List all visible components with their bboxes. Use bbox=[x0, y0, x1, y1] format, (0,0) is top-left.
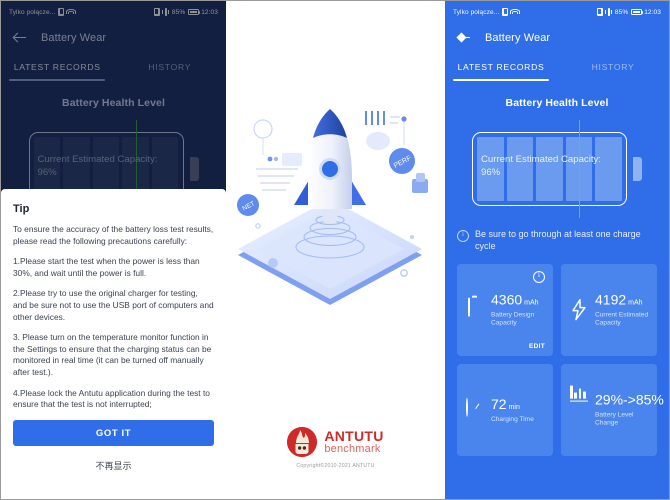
antutu-mark-icon bbox=[287, 427, 318, 457]
card-value: 4360 bbox=[491, 291, 523, 308]
tab-latest-records-label: LATEST RECORDS bbox=[457, 62, 545, 72]
tab-history-label: HISTORY bbox=[591, 62, 635, 72]
vibrate-icon bbox=[605, 8, 613, 16]
app-bar: Battery Wear bbox=[445, 23, 669, 53]
tab-active-indicator bbox=[453, 79, 549, 81]
card-label: Battery Level Change bbox=[595, 411, 634, 427]
tip-dialog: Tip To ensure the accuracy of the batter… bbox=[1, 189, 226, 499]
info-icon[interactable] bbox=[533, 271, 545, 283]
brand-title: ANTUTU bbox=[324, 428, 384, 444]
card-unit: mAh bbox=[628, 299, 643, 307]
tab-history[interactable]: HISTORY bbox=[557, 53, 669, 81]
edit-button[interactable]: EDIT bbox=[529, 343, 545, 350]
card-label: Charging Time bbox=[491, 415, 534, 423]
card-battery-level-change[interactable]: 29%->85% Battery Level Change bbox=[561, 364, 664, 456]
card-content: 4192 mAh Current Estimated Capacity bbox=[570, 292, 649, 329]
card-content: 29%->85% Battery Level Change bbox=[570, 386, 664, 429]
phone-screen-left: Tylko połącze... 85% 12:03 Battery Wear … bbox=[0, 0, 226, 500]
dialog-paragraph-2: 2.Please try to use the original charger… bbox=[13, 288, 214, 322]
battery-percent-label: 85% bbox=[614, 8, 629, 16]
rocket-on-phone-illustration: NET PERF bbox=[226, 87, 445, 317]
dialog-paragraph-intro: To ensure the accuracy of the battery lo… bbox=[13, 224, 214, 246]
dont-show-again-link[interactable]: 不再显示 bbox=[13, 459, 214, 472]
card-content: 72 min Charging Time bbox=[466, 396, 545, 424]
section-title: Battery Health Level bbox=[505, 97, 609, 109]
brand-subtitle: benchmark bbox=[324, 443, 381, 455]
card-label: Battery Design Capacity bbox=[491, 311, 535, 327]
battery-health-graphic: Current Estimated Capacity: 96% bbox=[472, 120, 642, 218]
phone-screen-middle: NET PERF ANTUTU benchmark Copyright©2010… bbox=[226, 0, 445, 500]
branding-block: ANTUTU benchmark Copyright©2010-2021 ANT… bbox=[226, 427, 445, 469]
nfc-icon bbox=[596, 8, 603, 16]
battery-terminal bbox=[633, 157, 642, 181]
battery-icon bbox=[466, 298, 484, 321]
gauge-icon bbox=[466, 398, 484, 421]
status-bar-right: 85% 12:03 bbox=[596, 8, 661, 16]
stats-card-grid: 4360mAh Battery Design Capacity EDIT 419… bbox=[457, 264, 664, 456]
phone-screen-right: Tylko połącze... 85% 12:03 Battery Wear … bbox=[445, 0, 670, 500]
info-icon bbox=[457, 230, 469, 242]
tab-bar: LATEST RECORDS HISTORY bbox=[445, 53, 669, 81]
antutu-wordmark: ANTUTU benchmark bbox=[324, 429, 383, 455]
dialog-paragraph-1: 1.Please start the test when the power i… bbox=[13, 256, 200, 278]
page-title: Battery Wear bbox=[485, 32, 551, 44]
bar-chart-icon bbox=[570, 386, 588, 421]
card-text: 72 min Charging Time bbox=[491, 396, 534, 424]
card-charging-time[interactable]: 72 min Charging Time bbox=[457, 364, 553, 456]
got-it-button[interactable]: GOT IT bbox=[13, 419, 214, 446]
card-text: 4360 mAh Battery Design Capacity bbox=[491, 292, 545, 329]
charge-cycle-note: Be sure to go through at least one charg… bbox=[457, 228, 657, 252]
dialog-title: Tip bbox=[13, 203, 30, 215]
status-bar-left: Tylko połącze... bbox=[453, 8, 521, 16]
card-content: 4360 mAh Battery Design Capacity bbox=[466, 292, 545, 329]
status-bar: Tylko połącze... 85% 12:03 bbox=[445, 1, 669, 23]
sim-card-icon bbox=[502, 8, 509, 16]
card-value: 29%->85% bbox=[595, 391, 664, 408]
card-battery-design-capacity[interactable]: 4360mAh Battery Design Capacity EDIT bbox=[457, 264, 553, 356]
wifi-icon bbox=[510, 8, 521, 16]
battery-capacity-label: Current Estimated Capacity: 96% bbox=[481, 154, 601, 178]
back-arrow-icon[interactable] bbox=[457, 31, 471, 45]
antutu-logo: ANTUTU benchmark bbox=[226, 427, 445, 457]
clock-label: 12:03 bbox=[644, 8, 661, 16]
card-text: 4192 mAh Current Estimated Capacity bbox=[595, 292, 649, 329]
card-value: 4192 bbox=[595, 291, 627, 308]
lightning-bolt-icon bbox=[570, 299, 588, 321]
copyright-text: Copyright©2010-2021 ANTUTU bbox=[296, 463, 375, 469]
battery-icon bbox=[630, 8, 644, 16]
card-unit: min bbox=[508, 403, 520, 411]
tab-latest-records[interactable]: LATEST RECORDS bbox=[445, 53, 557, 81]
dialog-paragraph-3: 3. Please turn on the temperature monito… bbox=[13, 332, 212, 377]
card-label: Current Estimated Capacity bbox=[595, 311, 649, 327]
carrier-label: Tylko połącze... bbox=[453, 8, 500, 16]
dialog-paragraph-4: 4.Please lock the Antutu application dur… bbox=[13, 387, 210, 410]
screenshot-stage: Tylko połącze... 85% 12:03 Battery Wear … bbox=[0, 0, 670, 500]
charge-cycle-note-text: Be sure to go through at least one charg… bbox=[475, 229, 641, 251]
card-value: 72 bbox=[491, 395, 507, 412]
card-text: 29%->85% Battery Level Change bbox=[595, 392, 664, 429]
card-unit: mAh bbox=[524, 299, 539, 307]
card-current-estimated-capacity[interactable]: 4192 mAh Current Estimated Capacity bbox=[561, 264, 657, 356]
